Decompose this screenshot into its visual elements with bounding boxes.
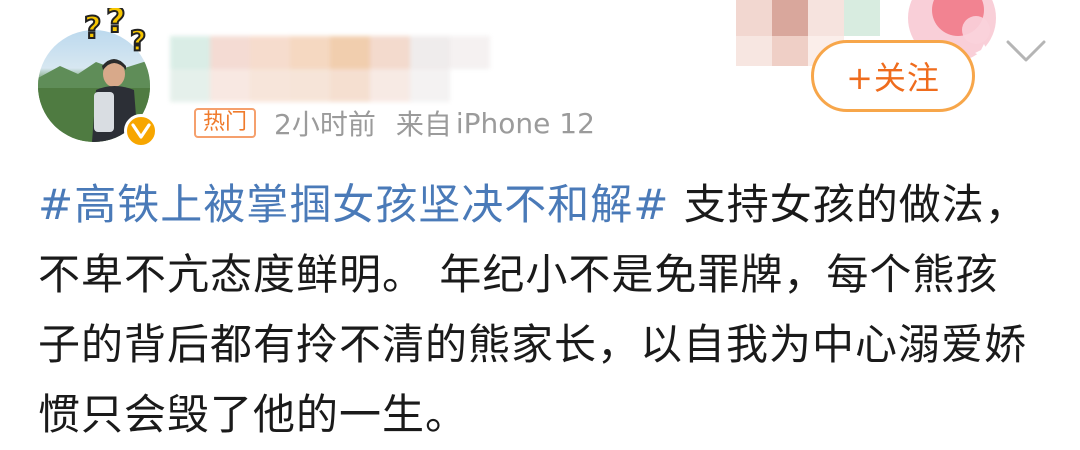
username-mosaic[interactable] — [170, 36, 490, 102]
hot-badge: 热门 — [194, 108, 257, 138]
source-device[interactable]: iPhone 12 — [456, 107, 595, 140]
svg-text:?: ? — [130, 24, 146, 57]
post-body: #高铁上被掌掴女孩坚决不和解# 支持女孩的做法，不卑不亢态度鲜明。 年纪小不是免… — [38, 170, 1038, 450]
follow-button[interactable]: +关注 — [811, 40, 975, 112]
author-avatar-group[interactable]: ? ? ? — [38, 8, 158, 148]
verified-icon — [124, 114, 158, 148]
svg-text:?: ? — [84, 11, 101, 46]
source-prefix: 来自 — [395, 108, 452, 141]
post-time: 2小时前 — [274, 108, 376, 141]
question-marks-icon: ? ? ? — [83, 8, 147, 58]
hashtag-link[interactable]: #高铁上被掌掴女孩坚决不和解# — [38, 180, 669, 229]
chevron-down-icon[interactable] — [1004, 36, 1048, 66]
post-meta: 热门 2小时前 来自 iPhone 12 — [194, 104, 595, 142]
svg-text:?: ? — [106, 8, 126, 41]
